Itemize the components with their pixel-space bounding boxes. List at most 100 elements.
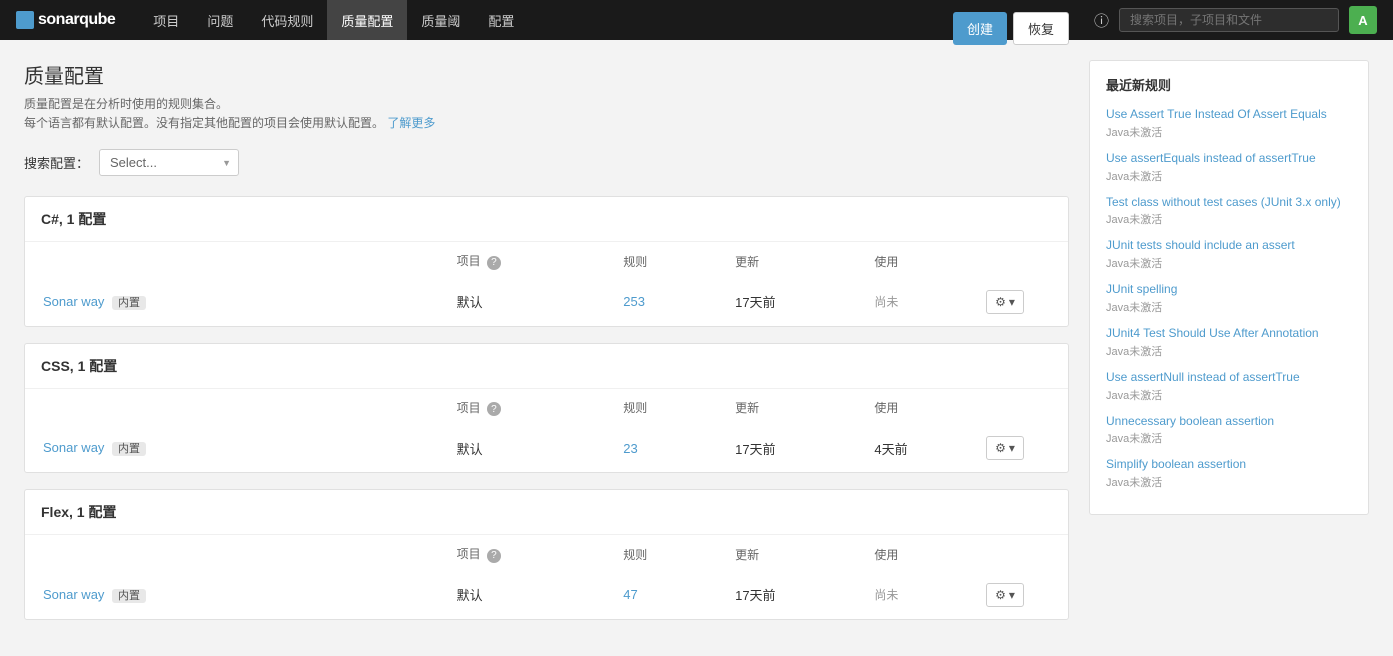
rule-link-4[interactable]: JUnit spelling bbox=[1106, 281, 1352, 298]
csharp-action-cell: ⚙ ▾ bbox=[970, 280, 1066, 324]
filter-row: 搜索配置： Select... bbox=[24, 149, 1069, 176]
help-icon[interactable]: ⓘ bbox=[1094, 10, 1109, 31]
list-item: JUnit tests should include an assert Jav… bbox=[1106, 237, 1352, 271]
chevron-down-icon: ▾ bbox=[1009, 588, 1015, 602]
rule-link-8[interactable]: Simplify boolean assertion bbox=[1106, 456, 1352, 473]
css-col-project: 项目 ? bbox=[441, 391, 606, 425]
flex-section: Flex, 1 配置 项目 ? 规则 更新 使用 bbox=[24, 489, 1069, 620]
project-help-icon[interactable]: ? bbox=[487, 256, 501, 270]
csharp-col-project: 项目 ? bbox=[441, 244, 606, 278]
flex-section-header: Flex, 1 配置 bbox=[25, 490, 1068, 535]
table-row: Sonar way 内置 默认 23 17天前 4天前 ⚙ ▾ bbox=[27, 426, 1066, 470]
flex-profile-link[interactable]: Sonar way bbox=[43, 587, 104, 602]
css-col-use: 使用 bbox=[858, 391, 968, 425]
csharp-builtin-badge: 内置 bbox=[112, 296, 146, 310]
css-col-rules: 规则 bbox=[607, 391, 717, 425]
nav-quality-gates[interactable]: 质量阈 bbox=[407, 0, 474, 40]
flex-gear-button[interactable]: ⚙ ▾ bbox=[986, 583, 1024, 607]
learn-more-link[interactable]: 了解更多 bbox=[387, 116, 435, 130]
rule-link-6[interactable]: Use assertNull instead of assertTrue bbox=[1106, 369, 1352, 386]
rule-link-2[interactable]: Test class without test cases (JUnit 3.x… bbox=[1106, 194, 1352, 211]
rule-link-3[interactable]: JUnit tests should include an assert bbox=[1106, 237, 1352, 254]
create-button[interactable]: 创建 bbox=[953, 12, 1007, 45]
chevron-down-icon: ▾ bbox=[1009, 295, 1015, 309]
global-search-input[interactable] bbox=[1119, 8, 1339, 32]
rule-sub-3: Java未激活 bbox=[1106, 255, 1352, 271]
content-area: 创建 恢复 质量配置 质量配置是在分析时使用的规则集合。 每个语言都有默认配置。… bbox=[24, 60, 1069, 636]
flex-update-cell: 17天前 bbox=[719, 573, 856, 617]
rule-sub-2: Java未激活 bbox=[1106, 211, 1352, 227]
logo[interactable]: sonarqube bbox=[16, 11, 115, 29]
flex-rules-cell: 47 bbox=[607, 573, 717, 617]
user-avatar[interactable]: A bbox=[1349, 6, 1377, 34]
rule-link-5[interactable]: JUnit4 Test Should Use After Annotation bbox=[1106, 325, 1352, 342]
css-profile-link[interactable]: Sonar way bbox=[43, 440, 104, 455]
flex-builtin-badge: 内置 bbox=[112, 589, 146, 603]
list-item: JUnit spelling Java未激活 bbox=[1106, 281, 1352, 315]
flex-table: 项目 ? 规则 更新 使用 Sonar way 内置 bbox=[25, 535, 1068, 619]
css-section-header: CSS, 1 配置 bbox=[25, 344, 1068, 389]
list-item: Use Assert True Instead Of Assert Equals… bbox=[1106, 106, 1352, 140]
css-builtin-badge: 内置 bbox=[112, 442, 146, 456]
flex-use-cell: 尚未 bbox=[858, 573, 968, 617]
nav-quality-profiles[interactable]: 质量配置 bbox=[327, 0, 407, 40]
nav-issues[interactable]: 问题 bbox=[193, 0, 247, 40]
rule-sub-5: Java未激活 bbox=[1106, 343, 1352, 359]
flex-action-cell: ⚙ ▾ bbox=[970, 573, 1066, 617]
table-row: Sonar way 内置 默认 253 17天前 尚未 ⚙ ▾ bbox=[27, 280, 1066, 324]
css-table: 项目 ? 规则 更新 使用 Sonar way 内置 bbox=[25, 389, 1068, 473]
rule-link-0[interactable]: Use Assert True Instead Of Assert Equals bbox=[1106, 106, 1352, 123]
list-item: Simplify boolean assertion Java未激活 bbox=[1106, 456, 1352, 490]
recent-rules-card: 最近新规则 Use Assert True Instead Of Assert … bbox=[1089, 60, 1369, 515]
list-item: Test class without test cases (JUnit 3.x… bbox=[1106, 194, 1352, 228]
page-header: 创建 恢复 质量配置 质量配置是在分析时使用的规则集合。 每个语言都有默认配置。… bbox=[24, 60, 1069, 133]
page-actions: 创建 恢复 bbox=[953, 12, 1069, 45]
list-item: Use assertNull instead of assertTrue Jav… bbox=[1106, 369, 1352, 403]
css-project-cell: 默认 bbox=[441, 426, 606, 470]
profile-search-select[interactable]: Select... bbox=[99, 149, 239, 176]
restore-button[interactable]: 恢复 bbox=[1013, 12, 1069, 45]
css-action-cell: ⚙ ▾ bbox=[970, 426, 1066, 470]
page-desc2: 每个语言都有默认配置。没有指定其他配置的项目会使用默认配置。 了解更多 bbox=[24, 114, 1069, 133]
css-section: CSS, 1 配置 项目 ? 规则 更新 使用 bbox=[24, 343, 1069, 474]
select-wrapper: Select... bbox=[99, 149, 239, 176]
css-project-help-icon[interactable]: ? bbox=[487, 402, 501, 416]
rule-link-7[interactable]: Unnecessary boolean assertion bbox=[1106, 413, 1352, 430]
page-title: 质量配置 bbox=[24, 60, 1069, 89]
nav-rules[interactable]: 代码规则 bbox=[247, 0, 327, 40]
logo-text: sonarqube bbox=[38, 11, 115, 29]
csharp-gear-button[interactable]: ⚙ ▾ bbox=[986, 290, 1024, 314]
flex-col-update: 更新 bbox=[719, 537, 856, 571]
gear-icon: ⚙ bbox=[995, 441, 1006, 455]
chevron-down-icon: ▾ bbox=[1009, 441, 1015, 455]
rule-link-1[interactable]: Use assertEquals instead of assertTrue bbox=[1106, 150, 1352, 167]
csharp-use-cell: 尚未 bbox=[858, 280, 968, 324]
flex-project-help-icon[interactable]: ? bbox=[487, 549, 501, 563]
flex-col-rules: 规则 bbox=[607, 537, 717, 571]
list-item: JUnit4 Test Should Use After Annotation … bbox=[1106, 325, 1352, 359]
sidebar: 最近新规则 Use Assert True Instead Of Assert … bbox=[1089, 60, 1369, 636]
css-rules-cell: 23 bbox=[607, 426, 717, 470]
logo-cube bbox=[16, 11, 34, 29]
rule-sub-6: Java未激活 bbox=[1106, 387, 1352, 403]
nav-settings[interactable]: 配置 bbox=[474, 0, 528, 40]
csharp-project-cell: 默认 bbox=[441, 280, 606, 324]
css-use-cell: 4天前 bbox=[858, 426, 968, 470]
csharp-rules-cell: 253 bbox=[607, 280, 717, 324]
csharp-table: 项目 ? 规则 更新 使用 Sonar way 内置 bbox=[25, 242, 1068, 326]
css-col-update: 更新 bbox=[719, 391, 856, 425]
rule-sub-0: Java未激活 bbox=[1106, 124, 1352, 140]
list-item: Use assertEquals instead of assertTrue J… bbox=[1106, 150, 1352, 184]
topnav: sonarqube 项目 问题 代码规则 质量配置 质量阈 配置 ⓘ A bbox=[0, 0, 1393, 40]
csharp-profile-link[interactable]: Sonar way bbox=[43, 294, 104, 309]
flex-col-use: 使用 bbox=[858, 537, 968, 571]
csharp-update-cell: 17天前 bbox=[719, 280, 856, 324]
css-gear-button[interactable]: ⚙ ▾ bbox=[986, 436, 1024, 460]
rule-sub-4: Java未激活 bbox=[1106, 299, 1352, 315]
page-desc1: 质量配置是在分析时使用的规则集合。 bbox=[24, 95, 1069, 114]
rule-sub-1: Java未激活 bbox=[1106, 168, 1352, 184]
main-container: 创建 恢复 质量配置 质量配置是在分析时使用的规则集合。 每个语言都有默认配置。… bbox=[0, 40, 1393, 656]
rule-sub-8: Java未激活 bbox=[1106, 474, 1352, 490]
nav-projects[interactable]: 项目 bbox=[139, 0, 193, 40]
css-update-cell: 17天前 bbox=[719, 426, 856, 470]
